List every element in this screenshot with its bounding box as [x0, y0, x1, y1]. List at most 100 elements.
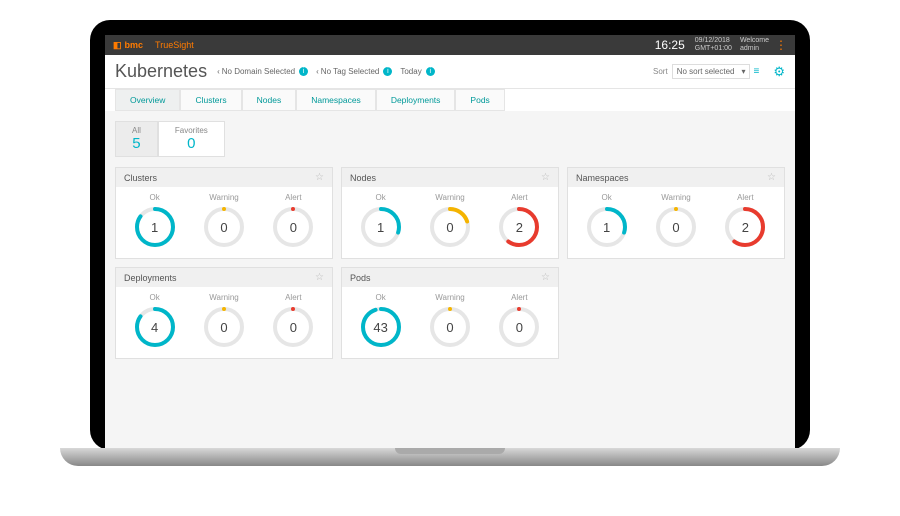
filter-domain[interactable]: ‹ No Domain Selected i — [217, 67, 308, 76]
metric-alert: Alert 0 — [485, 293, 554, 348]
summary-all-label: All — [132, 126, 141, 135]
metric-label: Warning — [189, 293, 258, 302]
metric-ok: Ok 4 — [120, 293, 189, 348]
donut-alert[interactable]: 0 — [498, 306, 540, 348]
donut-warning[interactable]: 0 — [203, 306, 245, 348]
metric-value: 4 — [134, 306, 176, 348]
star-icon[interactable]: ☆ — [541, 172, 550, 183]
gear-icon[interactable]: ⚙ — [773, 64, 785, 80]
tab-nodes[interactable]: Nodes — [242, 89, 297, 111]
card-header: Nodes ☆ — [342, 168, 558, 187]
sort-direction-button[interactable]: ≡ — [754, 66, 760, 77]
star-icon[interactable]: ☆ — [767, 172, 776, 183]
card-body: Ok 1 Warning 0 Alert 0 — [116, 187, 332, 258]
card-title: Nodes — [350, 173, 376, 183]
metric-value: 0 — [429, 206, 471, 248]
clock-meta: 09/12/2018 GMT+01:00 — [695, 37, 732, 52]
star-icon[interactable]: ☆ — [541, 272, 550, 283]
card-pods: Pods ☆ Ok 43 Warning 0 Alert 0 — [341, 267, 559, 359]
info-icon[interactable]: i — [299, 67, 308, 76]
metric-warning: Warning 0 — [415, 293, 484, 348]
chevron-left-icon: ‹ — [217, 67, 220, 76]
star-icon[interactable]: ☆ — [315, 272, 324, 283]
filter-date[interactable]: Today i — [400, 67, 434, 76]
metric-label: Alert — [485, 293, 554, 302]
card-body: Ok 43 Warning 0 Alert 0 — [342, 287, 558, 358]
metric-value: 1 — [360, 206, 402, 248]
sort-label: Sort — [653, 67, 668, 76]
donut-warning[interactable]: 0 — [655, 206, 697, 248]
summary-tab-all[interactable]: All 5 — [115, 121, 158, 157]
info-icon[interactable]: i — [383, 67, 392, 76]
summary-tab-favorites[interactable]: Favorites 0 — [158, 121, 225, 157]
metric-value: 43 — [360, 306, 402, 348]
welcome-label: Welcome — [740, 37, 769, 45]
donut-alert[interactable]: 0 — [272, 206, 314, 248]
card-title: Namespaces — [576, 173, 629, 183]
metric-label: Warning — [189, 193, 258, 202]
page-header: Kubernetes ‹ No Domain Selected i ‹ No T… — [105, 55, 795, 89]
donut-ok[interactable]: 43 — [360, 306, 402, 348]
donut-ok[interactable]: 1 — [586, 206, 628, 248]
bmc-mark-icon: ◧ — [113, 40, 122, 51]
clock-date: 09/12/2018 — [695, 37, 732, 45]
metric-ok: Ok 43 — [346, 293, 415, 348]
metric-label: Warning — [415, 193, 484, 202]
metric-warning: Warning 0 — [189, 193, 258, 248]
donut-warning[interactable]: 0 — [429, 306, 471, 348]
metric-value: 1 — [586, 206, 628, 248]
star-icon[interactable]: ☆ — [315, 172, 324, 183]
topbar: ◧ bmc TrueSight 16:25 09/12/2018 GMT+01:… — [105, 35, 795, 55]
donut-alert[interactable]: 0 — [272, 306, 314, 348]
card-header: Deployments ☆ — [116, 268, 332, 287]
metric-label: Warning — [641, 193, 710, 202]
donut-ok[interactable]: 4 — [134, 306, 176, 348]
donut-alert[interactable]: 2 — [724, 206, 766, 248]
metric-label: Ok — [346, 293, 415, 302]
metric-alert: Alert 0 — [259, 193, 328, 248]
donut-ok[interactable]: 1 — [360, 206, 402, 248]
card-title: Deployments — [124, 273, 177, 283]
donut-warning[interactable]: 0 — [429, 206, 471, 248]
metric-value: 2 — [724, 206, 766, 248]
metric-alert: Alert 0 — [259, 293, 328, 348]
metric-value: 0 — [429, 306, 471, 348]
summary-fav-value: 0 — [175, 135, 208, 152]
tab-clusters[interactable]: Clusters — [180, 89, 241, 111]
page-title: Kubernetes — [115, 61, 207, 82]
card-title: Pods — [350, 273, 371, 283]
tab-deployments[interactable]: Deployments — [376, 89, 456, 111]
card-deployments: Deployments ☆ Ok 4 Warning 0 Alert — [115, 267, 333, 359]
clock-tz: GMT+01:00 — [695, 45, 732, 53]
metric-label: Alert — [259, 293, 328, 302]
sort-select[interactable]: No sort selected ▾ — [672, 64, 750, 79]
metric-ok: Ok 1 — [120, 193, 189, 248]
kebab-menu-icon[interactable]: ⋮ — [775, 38, 787, 52]
metric-label: Alert — [485, 193, 554, 202]
metric-value: 0 — [203, 306, 245, 348]
metric-warning: Warning 0 — [415, 193, 484, 248]
welcome-user: admin — [740, 45, 769, 53]
tab-overview[interactable]: Overview — [115, 89, 180, 111]
donut-warning[interactable]: 0 — [203, 206, 245, 248]
bmc-logo: ◧ bmc — [113, 40, 143, 51]
donut-ok[interactable]: 1 — [134, 206, 176, 248]
cards-grid: Clusters ☆ Ok 1 Warning 0 Alert — [115, 167, 785, 359]
donut-alert[interactable]: 2 — [498, 206, 540, 248]
brand-text: bmc — [125, 40, 144, 50]
nav-tabs: OverviewClustersNodesNamespacesDeploymen… — [105, 89, 795, 111]
metric-ok: Ok 1 — [346, 193, 415, 248]
metric-value: 0 — [498, 306, 540, 348]
summary-all-value: 5 — [132, 135, 141, 152]
product-name: TrueSight — [155, 40, 194, 50]
metric-label: Ok — [572, 193, 641, 202]
metric-value: 0 — [203, 206, 245, 248]
tab-pods[interactable]: Pods — [455, 89, 504, 111]
filter-tag[interactable]: ‹ No Tag Selected i — [316, 67, 392, 76]
clock-time: 16:25 — [655, 38, 685, 52]
info-icon[interactable]: i — [426, 67, 435, 76]
tab-namespaces[interactable]: Namespaces — [296, 89, 376, 111]
metric-label: Alert — [259, 193, 328, 202]
card-nodes: Nodes ☆ Ok 1 Warning 0 Alert 2 — [341, 167, 559, 259]
metric-label: Ok — [120, 293, 189, 302]
